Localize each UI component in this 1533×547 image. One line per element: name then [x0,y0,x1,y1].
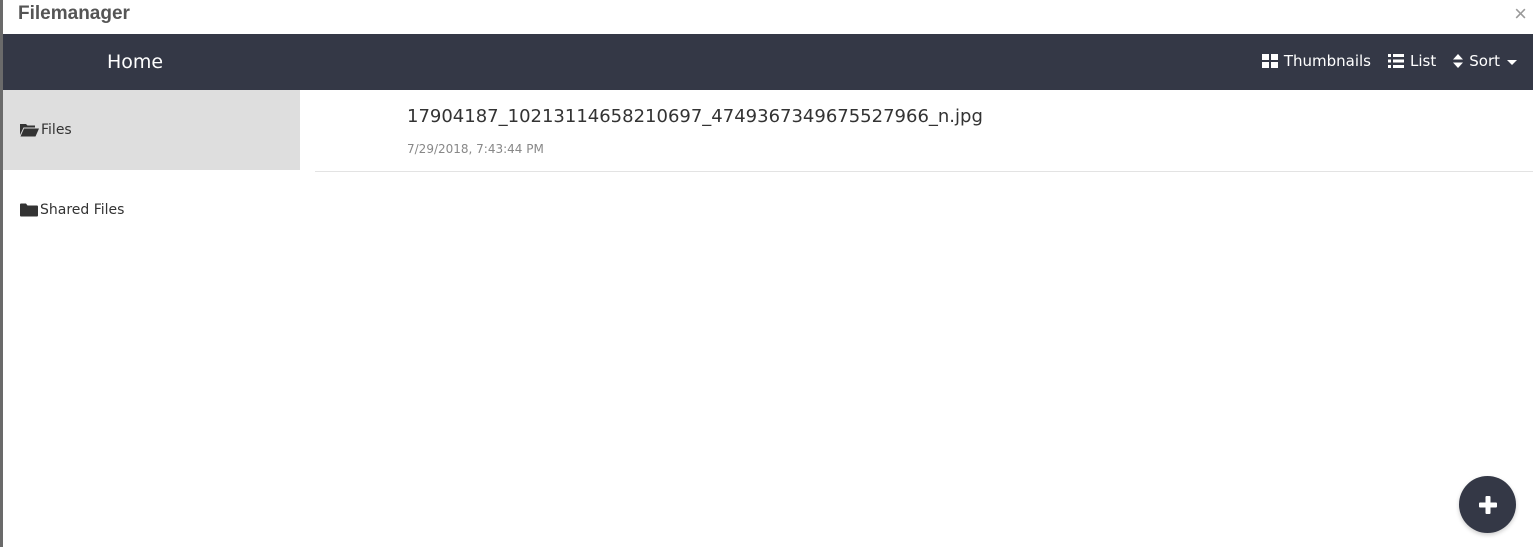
file-row[interactable]: 17904187_10213114658210697_4749367349675… [315,90,1533,172]
file-list: 17904187_10213114658210697_4749367349675… [315,90,1533,172]
list-label: List [1410,52,1437,70]
sort-icon [1453,54,1464,68]
folder-open-icon [20,124,39,137]
plus-icon [1478,495,1497,514]
add-button[interactable] [1459,476,1516,533]
close-icon[interactable]: × [1514,2,1527,26]
thumbnails-label: Thumbnails [1283,52,1372,70]
sort-dropdown[interactable]: Sort [1453,52,1517,70]
navbar: Home Thumbnails List Sort [3,34,1533,90]
list-icon [1388,54,1405,68]
folder-icon [20,203,38,217]
sidebar: Files Shared Files [3,90,300,547]
sidebar-item-label: Shared Files [40,202,125,218]
sort-label: Sort [1469,52,1500,70]
sidebar-item-files[interactable]: Files [3,90,300,170]
filemanager-window: Filemanager × Home Thumbnails List Sort … [0,0,1533,547]
list-button[interactable]: List [1388,52,1436,70]
caret-down-icon [1507,59,1517,65]
file-date: 7/29/2018, 7:43:44 PM [407,142,544,156]
sidebar-item-shared-files[interactable]: Shared Files [3,170,300,250]
file-name: 17904187_10213114658210697_4749367349675… [407,106,983,127]
sidebar-item-label: Files [41,122,72,138]
window-title: Filemanager [18,3,130,24]
title-bar: Filemanager × [3,0,1533,34]
thumbnails-button[interactable]: Thumbnails [1261,52,1372,70]
home-link[interactable]: Home [107,51,163,73]
grid-icon [1261,54,1278,68]
view-controls: Thumbnails List Sort [1245,52,1517,70]
